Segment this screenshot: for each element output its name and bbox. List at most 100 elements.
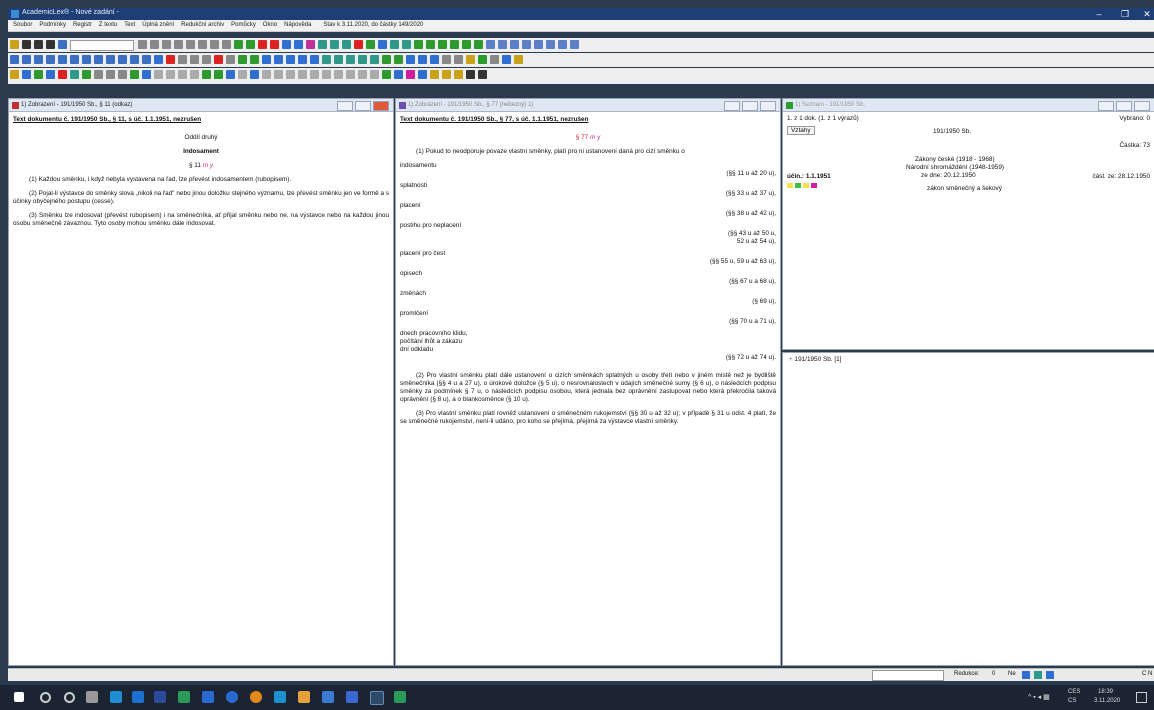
tool-icon[interactable] [502, 55, 511, 64]
tool-icon[interactable] [286, 55, 295, 64]
tool-icon[interactable] [490, 55, 499, 64]
tool-icon[interactable] [478, 70, 487, 79]
tool-icon[interactable] [209, 40, 219, 49]
tool-icon[interactable] [461, 40, 471, 49]
tool-icon[interactable] [238, 55, 247, 64]
tool-icon[interactable] [94, 55, 103, 64]
tool-icon[interactable] [58, 70, 67, 79]
pane-close-button[interactable] [373, 101, 389, 111]
tool-icon[interactable] [281, 40, 291, 49]
tool-icon[interactable] [382, 55, 391, 64]
tool-icon[interactable] [310, 55, 319, 64]
tool-icon[interactable] [130, 55, 139, 64]
tool-icon[interactable] [382, 70, 391, 79]
section-mark-link[interactable]: m y [590, 134, 600, 141]
tool-icon[interactable] [346, 70, 355, 79]
tool-icon[interactable] [202, 55, 211, 64]
tool-icon[interactable] [58, 55, 67, 64]
tool-icon[interactable] [370, 55, 379, 64]
tool-icon[interactable] [377, 40, 387, 49]
tool-icon[interactable] [310, 70, 319, 79]
tool-icon[interactable] [454, 55, 463, 64]
tool-icon[interactable] [353, 40, 363, 49]
chrome-icon[interactable] [250, 691, 262, 703]
ref-link[interactable]: (§§ 72 u až 74 u). [400, 354, 776, 362]
menu-text[interactable]: Text [124, 20, 135, 31]
status-icon[interactable] [1046, 671, 1054, 679]
pane-minimize-button[interactable] [337, 101, 353, 111]
menu-redukcni-archiv[interactable]: Redukční archiv [181, 20, 224, 31]
tool-icon[interactable] [142, 55, 151, 64]
input-language-sub[interactable]: CS [1068, 698, 1076, 704]
tool-icon[interactable] [418, 70, 427, 79]
tool-icon[interactable] [221, 40, 231, 49]
tool-icon[interactable] [22, 40, 31, 49]
tool-icon[interactable] [545, 40, 555, 49]
tool-icon[interactable] [497, 40, 507, 49]
tool-icon[interactable] [34, 40, 43, 49]
tool-icon[interactable] [322, 55, 331, 64]
tree-item[interactable]: + 191/1950 Sb. [1] [789, 356, 841, 363]
tool-icon[interactable] [257, 40, 267, 49]
tool-icon[interactable] [178, 55, 187, 64]
app-icon[interactable] [346, 691, 358, 703]
tool-icon[interactable] [166, 70, 175, 79]
tool-icon[interactable] [262, 70, 271, 79]
ref-link[interactable]: (§§ 55 u, 59 u až 63 u), [400, 258, 776, 266]
tool-icon[interactable] [22, 70, 31, 79]
tool-icon[interactable] [557, 40, 567, 49]
mail-icon[interactable] [132, 691, 144, 703]
notification-icon[interactable] [1136, 692, 1147, 703]
tool-icon[interactable] [293, 40, 303, 49]
ref-link[interactable]: 52 u až 54 u), [400, 238, 776, 246]
close-button[interactable]: ✕ [1136, 8, 1154, 20]
section-mark-link[interactable]: m y [203, 162, 213, 169]
app-icon[interactable] [394, 691, 406, 703]
tool-icon[interactable] [46, 55, 55, 64]
tool-icon[interactable] [173, 40, 183, 49]
tool-icon[interactable] [341, 40, 351, 49]
academiclex-taskbar-icon[interactable] [370, 691, 384, 705]
tool-icon[interactable] [58, 40, 67, 49]
tool-icon[interactable] [329, 40, 339, 49]
tool-icon[interactable] [521, 40, 531, 49]
tool-icon[interactable] [34, 55, 43, 64]
cortana-icon[interactable] [64, 692, 75, 703]
tool-icon[interactable] [46, 40, 55, 49]
tool-icon[interactable] [478, 55, 487, 64]
tool-icon[interactable] [274, 70, 283, 79]
start-icon[interactable] [14, 692, 24, 702]
ref-link[interactable]: (§§ 70 u a 71 u), [400, 318, 776, 326]
tool-icon[interactable] [82, 55, 91, 64]
tool-icon[interactable] [346, 55, 355, 64]
tool-icon[interactable] [317, 40, 327, 49]
search-combo[interactable] [69, 40, 134, 51]
tool-icon[interactable] [269, 40, 279, 49]
tool-icon[interactable] [430, 70, 439, 79]
tool-icon[interactable] [442, 70, 451, 79]
pane-restore-button[interactable] [355, 101, 371, 111]
status-icon[interactable] [1022, 671, 1030, 679]
word-icon[interactable] [202, 691, 214, 703]
tool-icon[interactable] [358, 70, 367, 79]
tool-icon[interactable] [34, 70, 43, 79]
tool-icon[interactable] [70, 55, 79, 64]
ref-link[interactable]: (§§ 11 u až 20 u), [400, 170, 776, 178]
tool-icon[interactable] [130, 70, 139, 79]
tool-icon[interactable] [142, 70, 151, 79]
pane-close-button[interactable] [1134, 101, 1150, 111]
tool-icon[interactable] [454, 70, 463, 79]
tool-icon[interactable] [106, 70, 115, 79]
edge-icon[interactable] [110, 691, 122, 703]
status-combo[interactable] [872, 670, 944, 681]
pane-minimize-button[interactable] [1098, 101, 1114, 111]
tool-icon[interactable] [358, 55, 367, 64]
tool-icon[interactable] [298, 70, 307, 79]
app-icon[interactable] [322, 691, 334, 703]
tool-icon[interactable] [118, 70, 127, 79]
tool-icon[interactable] [178, 70, 187, 79]
ref-link[interactable]: (§§ 43 u až 50 u, [400, 230, 776, 238]
tool-icon[interactable] [485, 40, 495, 49]
clock-time[interactable]: 18:39 [1098, 689, 1113, 695]
tool-icon[interactable] [250, 55, 259, 64]
